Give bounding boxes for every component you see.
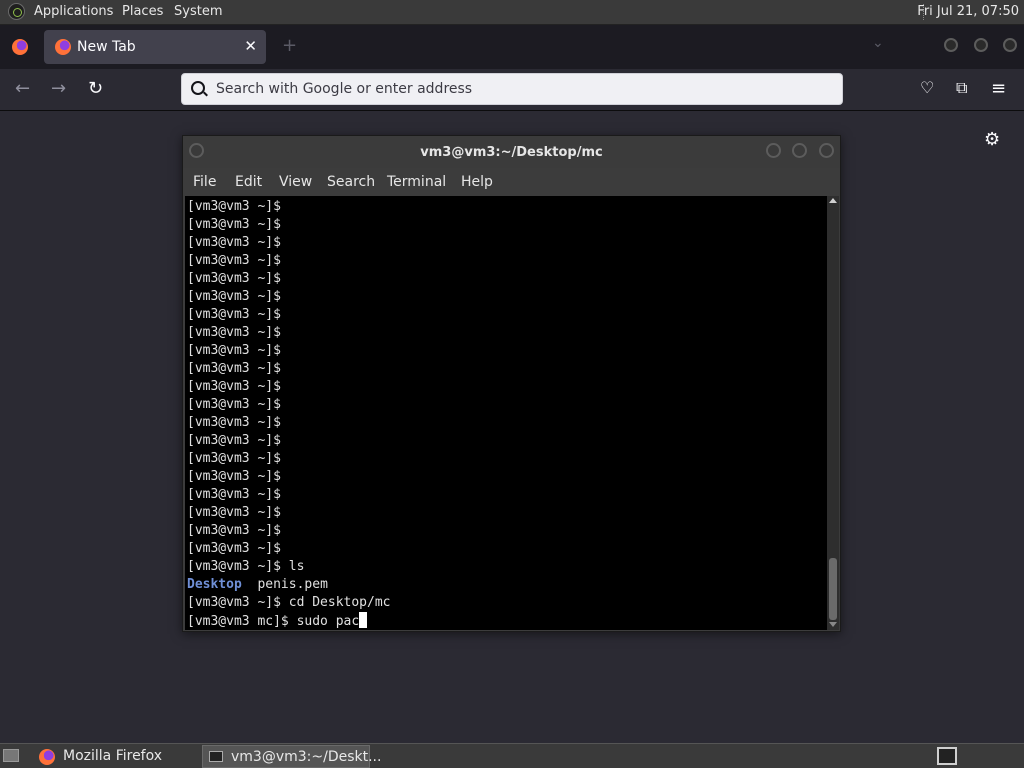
terminal-line: [vm3@vm3 ~]$ bbox=[187, 415, 281, 430]
show-desktop-icon[interactable] bbox=[3, 749, 19, 762]
menu-file[interactable]: File bbox=[193, 174, 216, 190]
distro-logo-icon[interactable] bbox=[8, 3, 25, 20]
terminal-title: vm3@vm3:~/Desktop/mc bbox=[420, 145, 603, 160]
list-all-tabs-chevron-icon[interactable]: ⌄ bbox=[872, 35, 884, 51]
terminal-line: [vm3@vm3 ~]$ bbox=[187, 235, 281, 250]
search-icon bbox=[191, 81, 205, 95]
forward-arrow-icon[interactable]: → bbox=[51, 78, 66, 99]
terminal-line: [vm3@vm3 ~]$ bbox=[187, 343, 281, 358]
menu-search[interactable]: Search bbox=[327, 174, 375, 190]
clock[interactable]: Fri Jul 21, 07:50 bbox=[917, 4, 1019, 19]
menu-view[interactable]: View bbox=[279, 174, 312, 190]
terminal-line: [vm3@vm3 ~]$ ls bbox=[187, 559, 305, 574]
system-menu[interactable]: System bbox=[174, 4, 222, 19]
taskbar-label: Mozilla Firefox bbox=[63, 748, 163, 764]
terminal-line: [vm3@vm3 ~]$ bbox=[187, 199, 281, 214]
terminal-line: [vm3@vm3 ~]$ bbox=[187, 451, 281, 466]
text-cursor bbox=[359, 612, 368, 628]
terminal-line: [vm3@vm3 ~]$ bbox=[187, 325, 281, 340]
tab-strip: New Tab ✕ + ⌄ bbox=[0, 25, 1024, 69]
firefox-icon bbox=[39, 749, 55, 765]
maximize-window-button[interactable] bbox=[974, 38, 988, 52]
tab-new-tab[interactable]: New Tab ✕ bbox=[44, 30, 266, 64]
terminal-line: [vm3@vm3 ~]$ bbox=[187, 289, 281, 304]
pocket-icon[interactable]: ♡ bbox=[920, 78, 934, 97]
back-arrow-icon[interactable]: ← bbox=[15, 78, 30, 99]
extensions-puzzle-icon[interactable]: ⧉ bbox=[956, 78, 967, 98]
top-panel: Applications Places System Fri Jul 21, 0… bbox=[0, 0, 1024, 25]
firefox-tab-icon bbox=[55, 39, 71, 55]
reload-icon[interactable]: ↻ bbox=[88, 78, 103, 99]
terminal-line: [vm3@vm3 ~]$ bbox=[187, 253, 281, 268]
minimize-window-button[interactable] bbox=[944, 38, 958, 52]
taskbar-label: vm3@vm3:~/Deskt... bbox=[231, 749, 382, 765]
terminal-close-button[interactable] bbox=[819, 143, 834, 158]
terminal-minimize-button[interactable] bbox=[766, 143, 781, 158]
url-bar[interactable] bbox=[181, 73, 843, 105]
gear-icon[interactable]: ⚙ bbox=[984, 129, 1000, 150]
terminal-line: [vm3@vm3 ~]$ bbox=[187, 523, 281, 538]
terminal-line: [vm3@vm3 ~]$ bbox=[187, 469, 281, 484]
terminal-icon bbox=[209, 751, 223, 762]
bottom-panel: Mozilla Firefox vm3@vm3:~/Deskt... bbox=[0, 743, 1024, 768]
terminal-input-line[interactable]: [vm3@vm3 mc]$ sudo pac bbox=[187, 612, 391, 630]
terminal-line: [vm3@vm3 ~]$ bbox=[187, 433, 281, 448]
menu-edit[interactable]: Edit bbox=[235, 174, 262, 190]
close-window-button[interactable] bbox=[1003, 38, 1017, 52]
terminal-line: [vm3@vm3 ~]$ bbox=[187, 307, 281, 322]
terminal-line: [vm3@vm3 ~]$ bbox=[187, 217, 281, 232]
terminal-line: [vm3@vm3 ~]$ bbox=[187, 505, 281, 520]
scroll-up-arrow-icon[interactable] bbox=[829, 198, 837, 203]
navigation-bar: ← → ↻ ♡ ⧉ ≡ bbox=[0, 69, 1024, 111]
applications-menu[interactable]: Applications bbox=[34, 4, 113, 19]
terminal-line: [vm3@vm3 ~]$ cd Desktop/mc bbox=[187, 595, 391, 610]
firefox-view-icon[interactable] bbox=[12, 39, 28, 55]
terminal-maximize-button[interactable] bbox=[792, 143, 807, 158]
terminal-line: [vm3@vm3 ~]$ bbox=[187, 361, 281, 376]
terminal-scrollbar[interactable] bbox=[827, 196, 839, 630]
terminal-line: [vm3@vm3 ~]$ bbox=[187, 379, 281, 394]
taskbar-terminal[interactable]: vm3@vm3:~/Deskt... bbox=[202, 745, 381, 768]
menu-help[interactable]: Help bbox=[461, 174, 493, 190]
new-tab-plus-icon[interactable]: + bbox=[282, 35, 297, 56]
terminal-titlebar[interactable]: vm3@vm3:~/Desktop/mc bbox=[183, 136, 840, 168]
file-entry: penis.pem bbox=[257, 577, 328, 592]
places-menu[interactable]: Places bbox=[122, 4, 163, 19]
close-tab-icon[interactable]: ✕ bbox=[244, 37, 257, 55]
terminal-menubar: File Edit View Search Terminal Help bbox=[183, 168, 840, 195]
taskbar-firefox[interactable]: Mozilla Firefox bbox=[32, 745, 196, 768]
terminal-output[interactable]: [vm3@vm3 ~]$ [vm3@vm3 ~]$ [vm3@vm3 ~]$ [vm3… bbox=[185, 196, 827, 630]
terminal-line: [vm3@vm3 ~]$ bbox=[187, 541, 281, 556]
terminal-window[interactable]: vm3@vm3:~/Desktop/mc File Edit View Sear… bbox=[182, 135, 841, 632]
scrollbar-thumb[interactable] bbox=[829, 558, 837, 620]
terminal-line: [vm3@vm3 ~]$ bbox=[187, 487, 281, 502]
terminal-line: [vm3@vm3 ~]$ bbox=[187, 397, 281, 412]
tab-label: New Tab bbox=[77, 39, 136, 55]
hamburger-menu-icon[interactable]: ≡ bbox=[991, 78, 1006, 99]
terminal-line: Desktop penis.pem bbox=[187, 576, 391, 594]
scroll-down-arrow-icon[interactable] bbox=[829, 622, 837, 627]
address-input[interactable] bbox=[214, 80, 818, 98]
current-command: [vm3@vm3 mc]$ sudo pac bbox=[187, 614, 360, 629]
menu-terminal[interactable]: Terminal bbox=[387, 174, 446, 190]
terminal-line: [vm3@vm3 ~]$ bbox=[187, 271, 281, 286]
workspace-switcher[interactable] bbox=[937, 747, 957, 765]
directory-entry: Desktop bbox=[187, 577, 242, 592]
